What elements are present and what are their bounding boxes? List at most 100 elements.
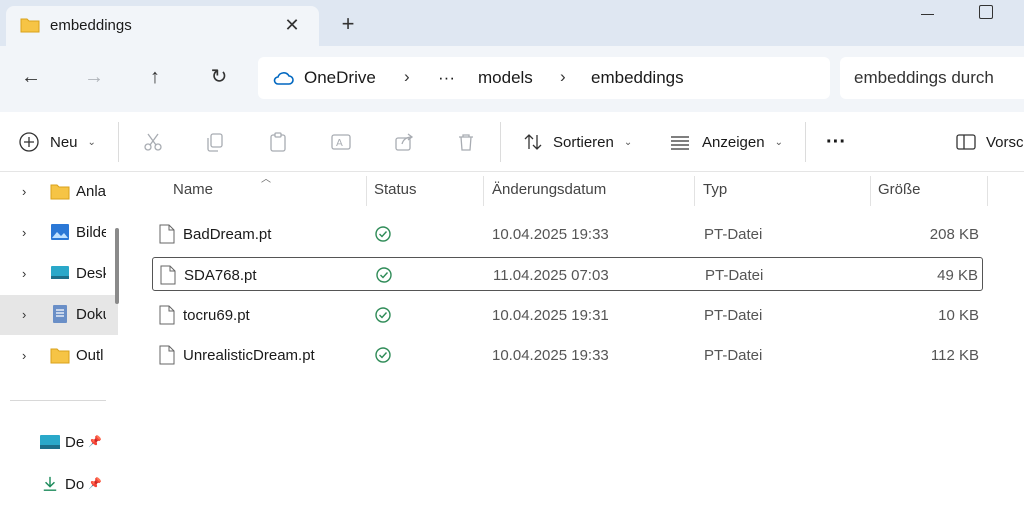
chevron-down-icon: ⌄ <box>87 136 96 148</box>
view-list-icon <box>671 136 689 150</box>
copy-icon <box>207 133 223 152</box>
sidebar-item-label: Anla <box>76 183 106 200</box>
sidebar-item-outlook[interactable]: › Outl <box>0 336 118 376</box>
sidebar-item-label: Desk <box>76 265 106 282</box>
file-date: 11.04.2025 07:03 <box>493 267 609 284</box>
more-options-button[interactable]: ··· <box>826 128 846 156</box>
column-divider[interactable] <box>870 176 871 206</box>
tab-title: embeddings <box>50 17 132 34</box>
search-input[interactable]: embeddings durch <box>854 68 994 88</box>
breadcrumb-models[interactable]: models <box>478 68 533 88</box>
table-row[interactable]: UnrealisticDream.pt 10.04.2025 19:33 PT-… <box>152 338 983 372</box>
nav-divider <box>10 400 106 401</box>
sidebar-item-label: Bilde <box>76 224 106 241</box>
file-type: PT-Datei <box>704 226 763 243</box>
minimize-button[interactable] <box>918 2 938 22</box>
column-divider[interactable] <box>483 176 484 206</box>
table-row[interactable]: tocru69.pt 10.04.2025 19:31 PT-Datei 10 … <box>152 298 983 332</box>
scrollbar-thumb[interactable] <box>115 228 119 304</box>
refresh-button[interactable]: ↻ <box>206 64 232 90</box>
file-list: ︿ Name Status Änderungsdatum Typ Größe B… <box>130 172 1024 512</box>
download-icon <box>43 476 57 491</box>
cloud-icon <box>273 72 294 85</box>
back-button[interactable]: ← <box>18 64 44 90</box>
column-header-status[interactable]: Status <box>374 181 417 198</box>
file-icon <box>159 224 175 244</box>
file-date: 10.04.2025 19:33 <box>492 347 609 364</box>
documents-icon <box>53 305 67 323</box>
cut-button[interactable] <box>142 128 164 156</box>
folder-icon <box>20 18 40 33</box>
toolbar-divider <box>500 122 501 162</box>
pin-icon: 📌 <box>88 436 102 448</box>
file-size: 112 KB <box>930 347 979 364</box>
file-size: 49 KB <box>937 267 978 284</box>
chevron-right-icon[interactable]: › <box>22 348 26 363</box>
sidebar-item-bilder[interactable]: › Bilde <box>0 213 118 253</box>
svg-text:A: A <box>336 138 343 149</box>
copy-button[interactable] <box>204 128 226 156</box>
sidebar-item-dokumente[interactable]: › Doku <box>0 295 118 335</box>
table-row[interactable]: BadDream.pt 10.04.2025 19:33 PT-Datei 20… <box>152 217 983 251</box>
rename-button[interactable]: A <box>330 128 352 156</box>
view-button[interactable]: Anzeigen ⌄ <box>669 128 783 156</box>
file-date: 10.04.2025 19:33 <box>492 226 609 243</box>
paste-button[interactable] <box>267 128 289 156</box>
view-label: Anzeigen <box>702 133 765 151</box>
delete-button[interactable] <box>455 128 477 156</box>
quick-access-downloads[interactable]: Do 📌 <box>40 473 110 497</box>
new-tab-button[interactable]: + <box>336 13 360 37</box>
chevron-right-icon[interactable]: › <box>22 225 26 240</box>
file-name: UnrealisticDream.pt <box>183 347 315 364</box>
table-row[interactable]: SDA768.pt 11.04.2025 07:03 PT-Datei 49 K… <box>152 257 983 291</box>
file-date: 10.04.2025 19:31 <box>492 307 609 324</box>
chevron-right-icon[interactable]: › <box>22 307 26 322</box>
sidebar-item-desktop[interactable]: › Desk <box>0 254 118 294</box>
sort-icon <box>524 134 542 150</box>
sidebar-item-label: Outl <box>76 347 104 364</box>
column-divider[interactable] <box>366 176 367 206</box>
title-bar: embeddings ✕ + <box>0 0 1024 46</box>
column-header-date[interactable]: Änderungsdatum <box>492 181 606 198</box>
file-type: PT-Datei <box>704 307 763 324</box>
column-divider[interactable] <box>987 176 988 206</box>
maximize-button[interactable] <box>979 5 993 19</box>
sort-ascending-icon: ︿ <box>261 174 271 185</box>
folder-icon <box>50 348 70 364</box>
close-tab-icon[interactable]: ✕ <box>282 15 302 35</box>
pin-icon: 📌 <box>88 478 102 490</box>
file-name: tocru69.pt <box>183 307 250 324</box>
new-button[interactable]: Neu ⌄ <box>18 128 96 156</box>
chevron-right-icon[interactable]: › <box>22 266 26 281</box>
file-icon <box>159 305 175 325</box>
clipboard-icon <box>270 132 286 152</box>
quick-access-label: Do <box>65 476 85 493</box>
sidebar-item-anlagen[interactable]: › Anla <box>0 172 118 212</box>
chevron-right-icon[interactable]: › <box>22 184 26 199</box>
column-header-name-label: Name <box>173 181 214 198</box>
file-icon <box>159 345 175 365</box>
tab-embeddings[interactable]: embeddings ✕ <box>6 6 319 46</box>
search-box[interactable]: embeddings durch <box>840 57 1024 99</box>
sync-ok-icon <box>376 267 392 283</box>
breadcrumb-embeddings[interactable]: embeddings <box>591 68 684 88</box>
toolbar-divider <box>805 122 806 162</box>
breadcrumb-onedrive[interactable]: OneDrive <box>304 68 376 88</box>
breadcrumb-separator[interactable]: › <box>404 67 410 87</box>
breadcrumb-more[interactable]: ··· <box>438 68 455 88</box>
up-button[interactable]: ↑ <box>142 64 168 90</box>
forward-button[interactable]: → <box>81 64 107 90</box>
share-button[interactable] <box>393 128 415 156</box>
quick-access-desktop[interactable]: De 📌 <box>40 431 110 455</box>
address-bar[interactable]: OneDrive › ··· models › embeddings <box>258 57 830 99</box>
command-bar: Neu ⌄ A Sortieren ⌄ Anzeigen ⌄ ··· Vorsc <box>0 112 1024 172</box>
sort-button[interactable]: Sortieren ⌄ <box>522 128 632 156</box>
desktop-icon <box>40 435 60 449</box>
column-header-size[interactable]: Größe <box>878 181 921 198</box>
column-divider[interactable] <box>694 176 695 206</box>
quick-access-label: De <box>65 434 85 451</box>
breadcrumb-separator[interactable]: › <box>560 67 566 87</box>
sort-label: Sortieren <box>553 133 614 151</box>
column-header-type[interactable]: Typ <box>703 181 727 198</box>
preview-pane-button[interactable]: Vorsc <box>955 128 1024 156</box>
